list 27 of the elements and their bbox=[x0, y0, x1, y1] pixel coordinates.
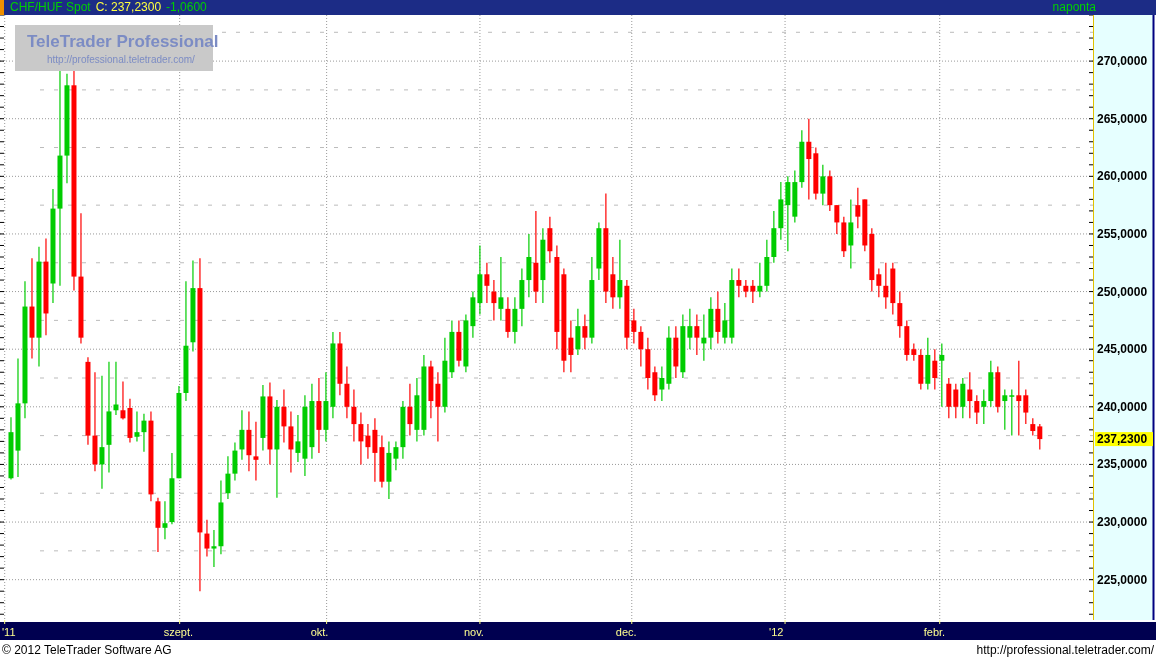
logo-url: http://professional.teletrader.com/ bbox=[47, 54, 195, 65]
time-axis-label: szept. bbox=[163, 626, 193, 638]
logo-text: TeleTrader Professional bbox=[27, 32, 219, 51]
time-axis-label: okt. bbox=[310, 626, 329, 638]
price-axis-label: 245,0000 bbox=[1097, 342, 1148, 357]
header-marker bbox=[0, 0, 4, 15]
time-axis-label: nov. bbox=[463, 626, 484, 638]
time-axis-label: '12 bbox=[769, 626, 784, 638]
price-axis-label: 230,0000 bbox=[1097, 515, 1148, 530]
time-axis-label: dec. bbox=[615, 626, 637, 638]
price-axis-label: 260,0000 bbox=[1097, 169, 1148, 184]
close-price-label: C: 237,2300 bbox=[95, 0, 162, 15]
interval-label: naponta bbox=[1052, 0, 1096, 15]
price-change-label: -1,0600 bbox=[166, 0, 207, 15]
price-axis-label: 235,0000 bbox=[1097, 457, 1148, 472]
symbol-label: CHF/HUF Spot bbox=[10, 0, 91, 15]
time-axis-label: '11 bbox=[2, 626, 16, 638]
price-axis-label: 270,0000 bbox=[1097, 54, 1148, 69]
website-link[interactable]: http://professional.teletrader.com/ bbox=[976, 642, 1154, 657]
time-axis-label: febr. bbox=[923, 626, 946, 638]
price-axis-label: 240,0000 bbox=[1097, 399, 1148, 414]
price-axis-label: 250,0000 bbox=[1097, 284, 1148, 299]
price-axis-label: 265,0000 bbox=[1097, 111, 1148, 126]
last-price-tag: 237,2300 bbox=[1095, 432, 1153, 447]
copyright-text: © 2012 TeleTrader Software AG bbox=[2, 642, 172, 657]
price-axis-label: 255,0000 bbox=[1097, 226, 1148, 241]
price-axis-label: 225,0000 bbox=[1097, 572, 1148, 587]
